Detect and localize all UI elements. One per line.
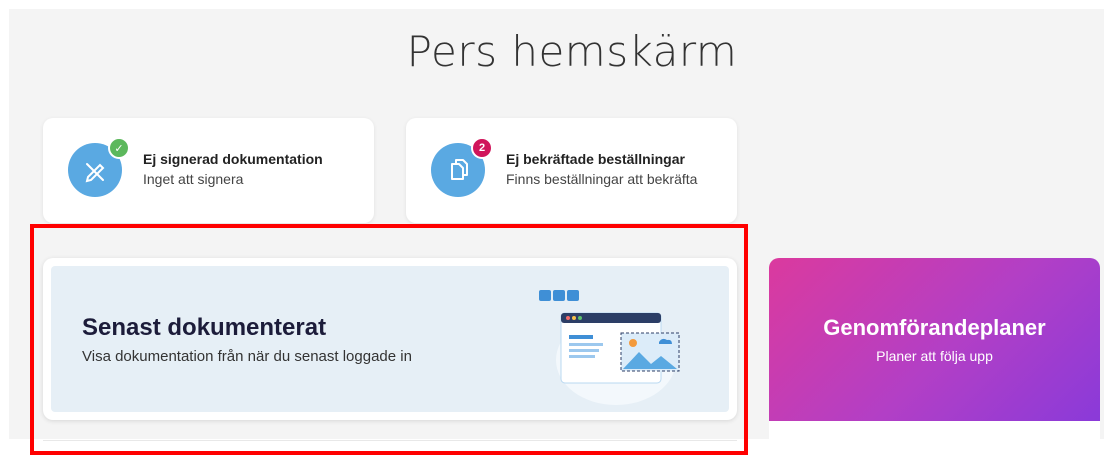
card-subtitle: Finns beställningar att bekräfta: [506, 171, 698, 187]
implementation-plans-header[interactable]: Genomförandeplaner Planer att följa upp: [769, 258, 1100, 421]
count-badge: 2: [471, 137, 493, 159]
unconfirmed-orders-card[interactable]: 2 Ej bekräftade beställningar Finns best…: [406, 118, 737, 223]
card-subtitle: Inget att signera: [143, 171, 244, 187]
card-title: Ej bekräftade beställningar: [506, 151, 685, 167]
pen-crossed-icon: ✓: [68, 137, 130, 197]
implementation-plans-card[interactable]: Genomförandeplaner Planer att följa upp: [769, 258, 1100, 458]
documents-icon: 2: [431, 137, 493, 197]
card-title: Ej signerad dokumentation: [143, 151, 323, 167]
implementation-plans-title: Genomförandeplaner: [823, 315, 1046, 340]
implementation-plans-body: [769, 421, 1100, 458]
unsigned-documentation-card[interactable]: ✓ Ej signerad dokumentation Inget att si…: [43, 118, 374, 223]
page-title: Pers hemskärm: [406, 27, 738, 76]
highlight-box: [30, 224, 748, 455]
check-icon: ✓: [108, 137, 130, 159]
implementation-plans-subtitle: Planer att följa upp: [876, 348, 993, 364]
